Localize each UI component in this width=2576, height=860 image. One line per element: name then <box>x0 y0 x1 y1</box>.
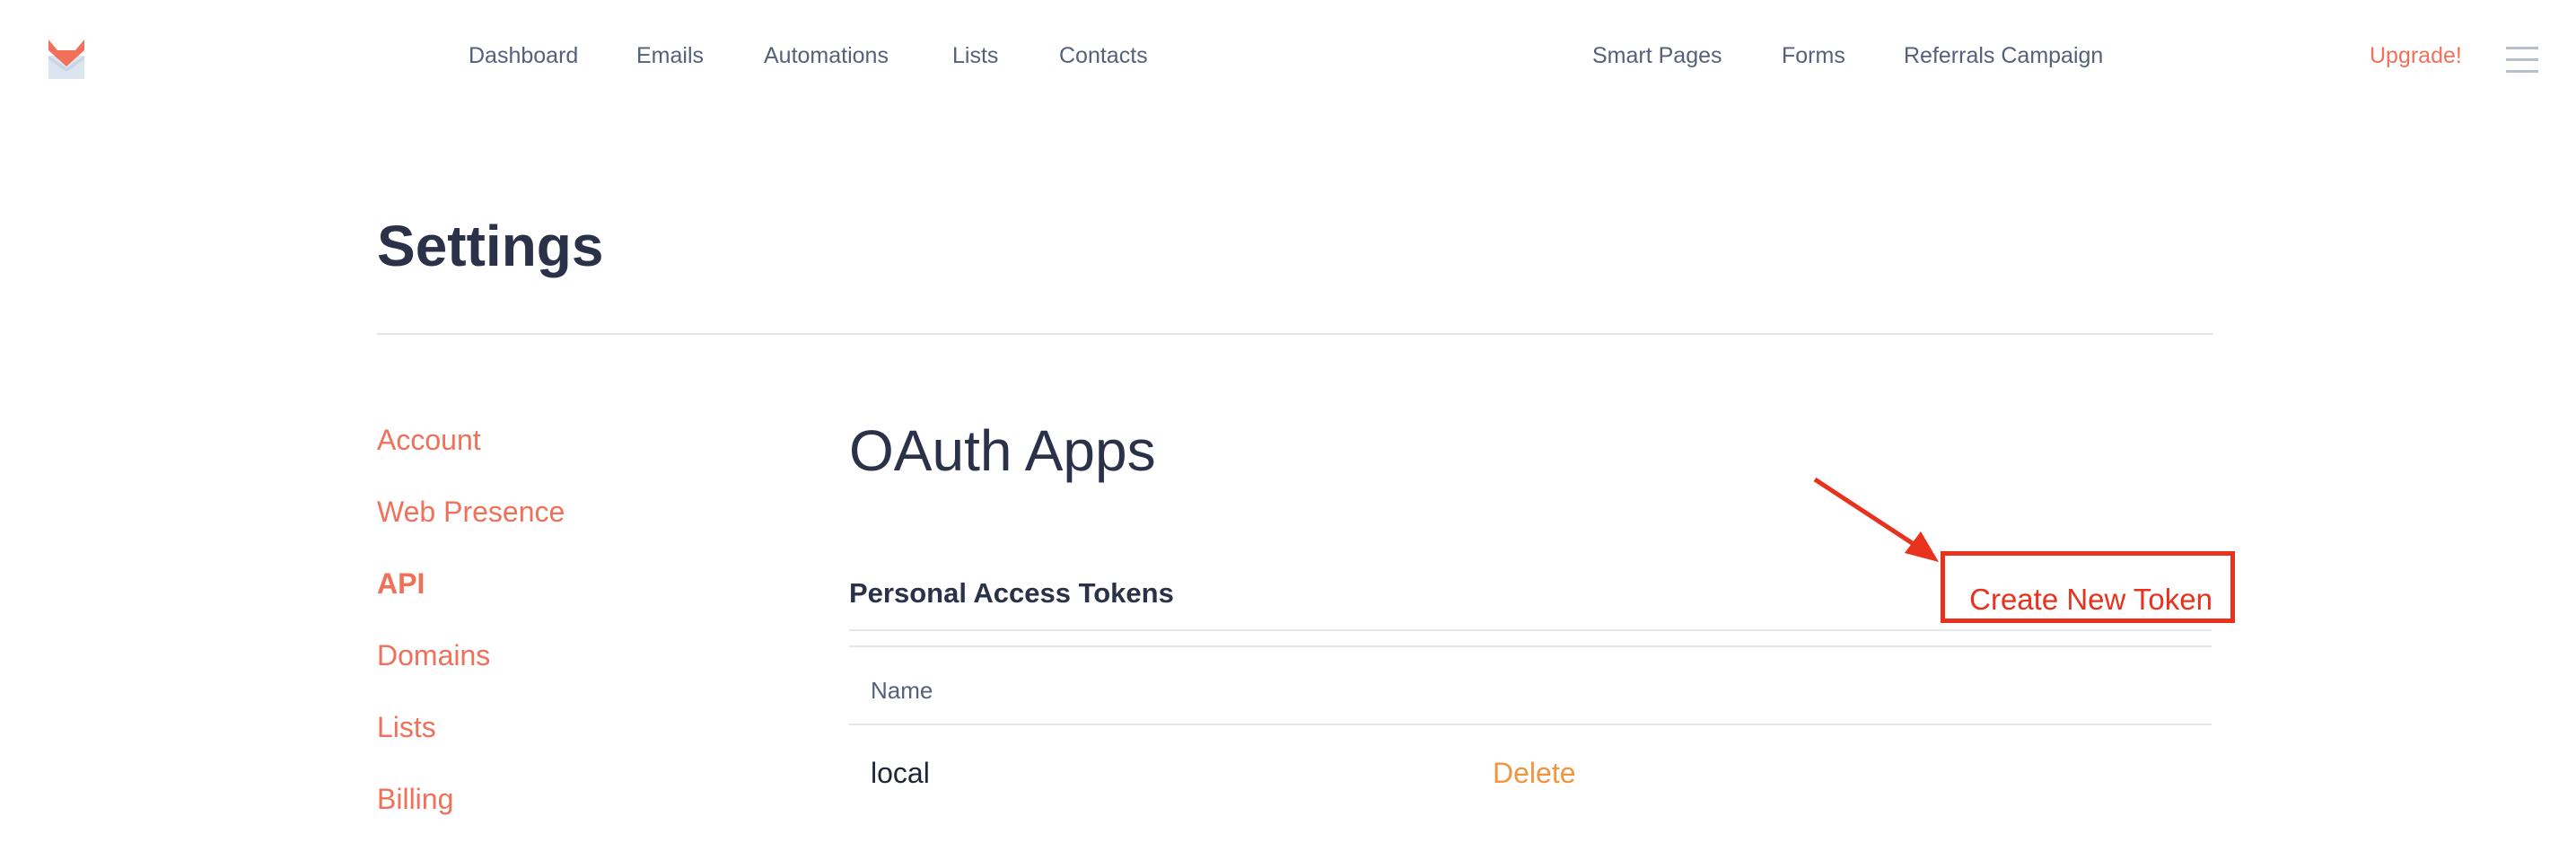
table-header-border <box>849 724 2212 725</box>
sidebar-item-billing[interactable]: Billing <box>377 783 453 816</box>
tokens-heading: Personal Access Tokens <box>849 577 1174 609</box>
nav-emails[interactable]: Emails <box>636 43 704 69</box>
annotation-arrow-icon <box>1813 477 1939 562</box>
page-title: Settings <box>377 214 604 278</box>
nav-automations[interactable]: Automations <box>764 43 889 69</box>
sidebar-item-api[interactable]: API <box>377 567 425 601</box>
delete-token-link[interactable]: Delete <box>1493 757 1576 790</box>
sidebar-item-web-presence[interactable]: Web Presence <box>377 496 565 529</box>
nav-contacts[interactable]: Contacts <box>1059 43 1148 69</box>
title-divider <box>377 333 2213 335</box>
nav-forms[interactable]: Forms <box>1782 43 1845 69</box>
upgrade-link[interactable]: Upgrade! <box>2370 43 2462 69</box>
divider <box>849 629 2212 631</box>
sidebar-item-account[interactable]: Account <box>377 424 481 457</box>
column-header-name: Name <box>871 677 933 704</box>
nav-referrals-campaign[interactable]: Referrals Campaign <box>1904 43 2103 69</box>
nav-dashboard[interactable]: Dashboard <box>469 43 578 69</box>
fox-logo-icon[interactable] <box>47 38 86 81</box>
token-name-cell: local <box>871 757 930 789</box>
section-title: OAuth Apps <box>849 418 1156 483</box>
sidebar-item-lists[interactable]: Lists <box>377 711 436 744</box>
nav-smart-pages[interactable]: Smart Pages <box>1592 43 1722 69</box>
nav-lists[interactable]: Lists <box>952 43 998 69</box>
table-top-border <box>849 645 2212 647</box>
sidebar-item-domains[interactable]: Domains <box>377 639 490 672</box>
hamburger-menu-icon[interactable] <box>2506 47 2538 74</box>
top-navigation: Dashboard Emails Automations Lists Conta… <box>0 0 2576 117</box>
create-new-token-button[interactable]: Create New Token <box>1941 551 2235 623</box>
